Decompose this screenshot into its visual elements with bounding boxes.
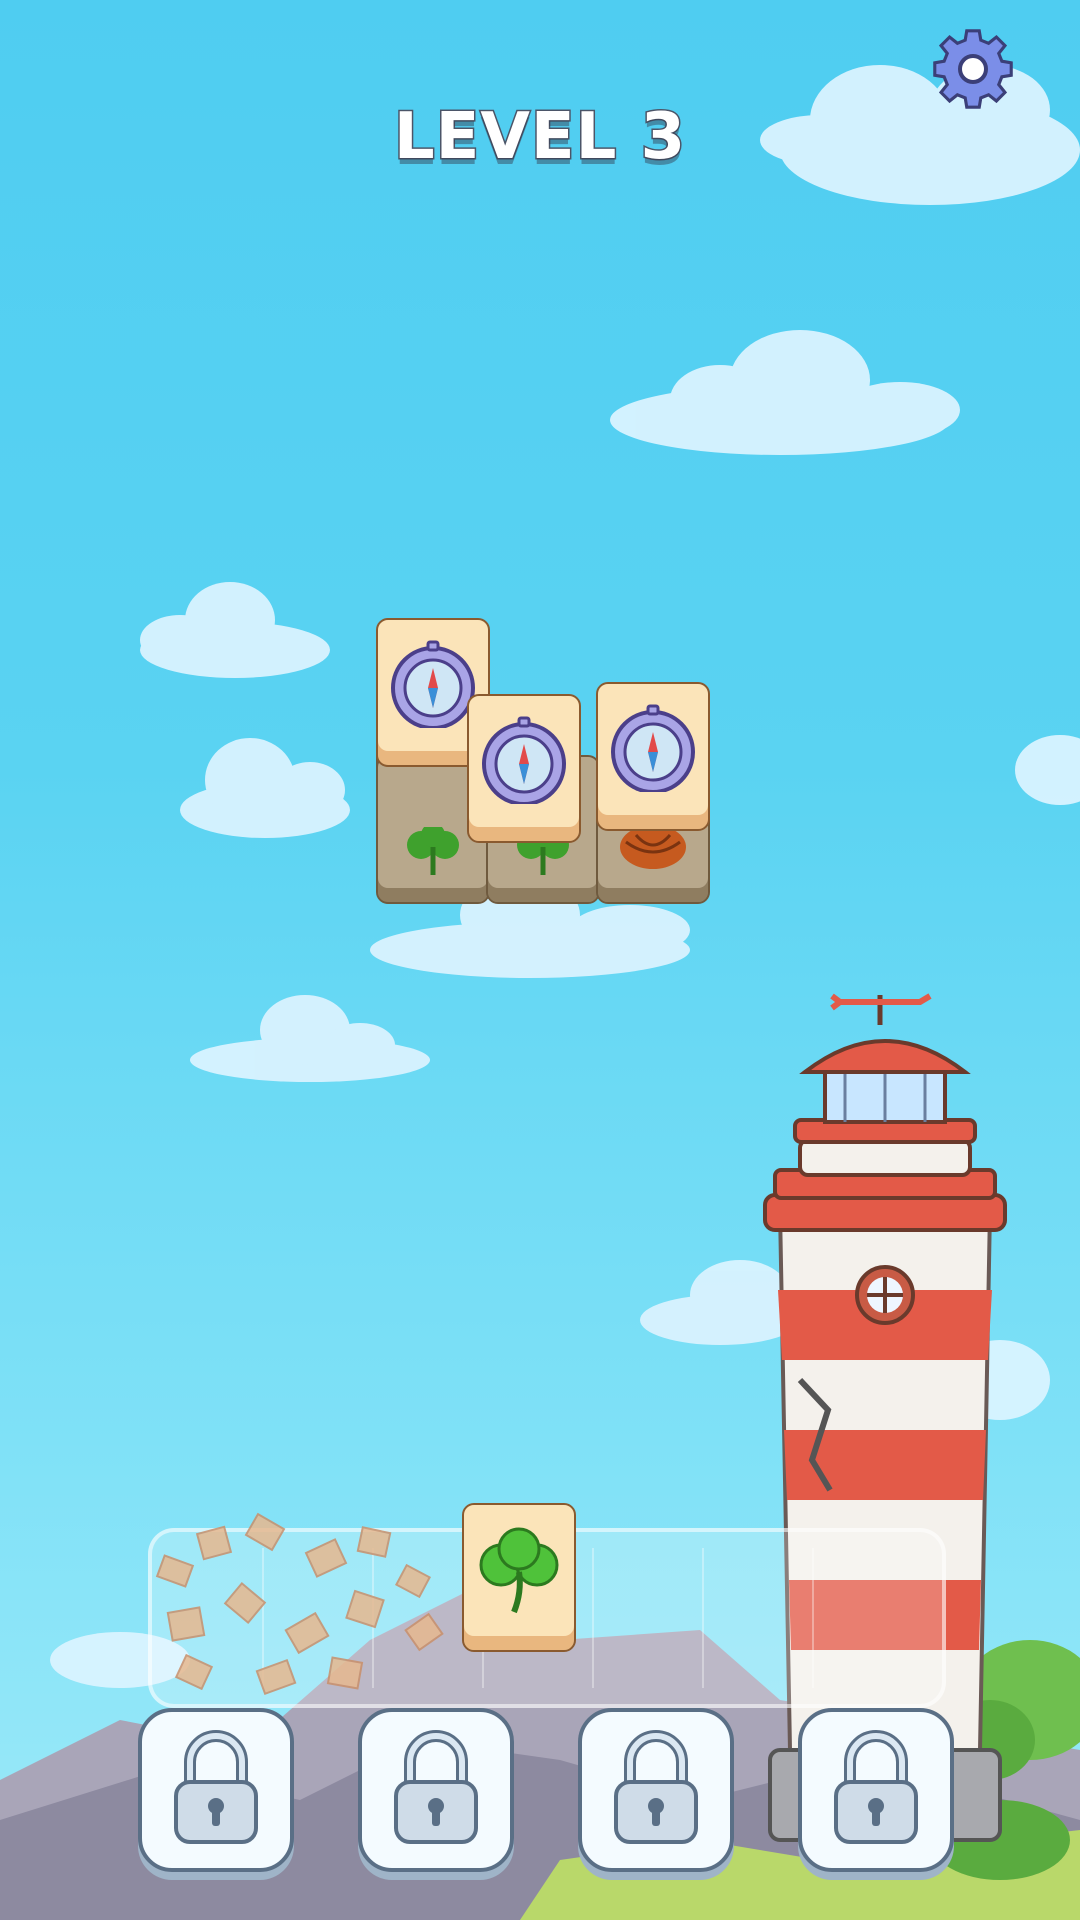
tray-slot-divider (592, 1548, 594, 1688)
locked-powerup-button-3[interactable] (578, 1708, 734, 1872)
locked-powerup-button-2[interactable] (358, 1708, 514, 1872)
compass-icon (391, 640, 475, 728)
compass-icon (611, 704, 695, 792)
padlock-icon (614, 1730, 698, 1844)
padlock-icon (834, 1730, 918, 1844)
tray-slot-divider (702, 1548, 704, 1688)
level-title: LEVEL 3 (392, 99, 687, 176)
tray-slot-divider (812, 1548, 814, 1688)
padlock-icon (394, 1730, 478, 1844)
clover-icon (407, 827, 459, 875)
locked-powerup-button-4[interactable] (798, 1708, 954, 1872)
tray-tile-clover (462, 1503, 576, 1652)
clover-icon (479, 1527, 559, 1614)
gear-icon (933, 29, 1013, 109)
settings-button[interactable] (928, 26, 1018, 116)
tile-compass-2[interactable] (596, 682, 710, 831)
game-screen: LEVEL 3 (0, 0, 1080, 1920)
compass-icon (482, 716, 566, 804)
pinecone-icon (620, 827, 686, 869)
tile-compass-3[interactable] (467, 694, 581, 843)
tile-break-effect (155, 1512, 444, 1696)
locked-powerup-button-1[interactable] (138, 1708, 294, 1872)
padlock-icon (174, 1730, 258, 1844)
